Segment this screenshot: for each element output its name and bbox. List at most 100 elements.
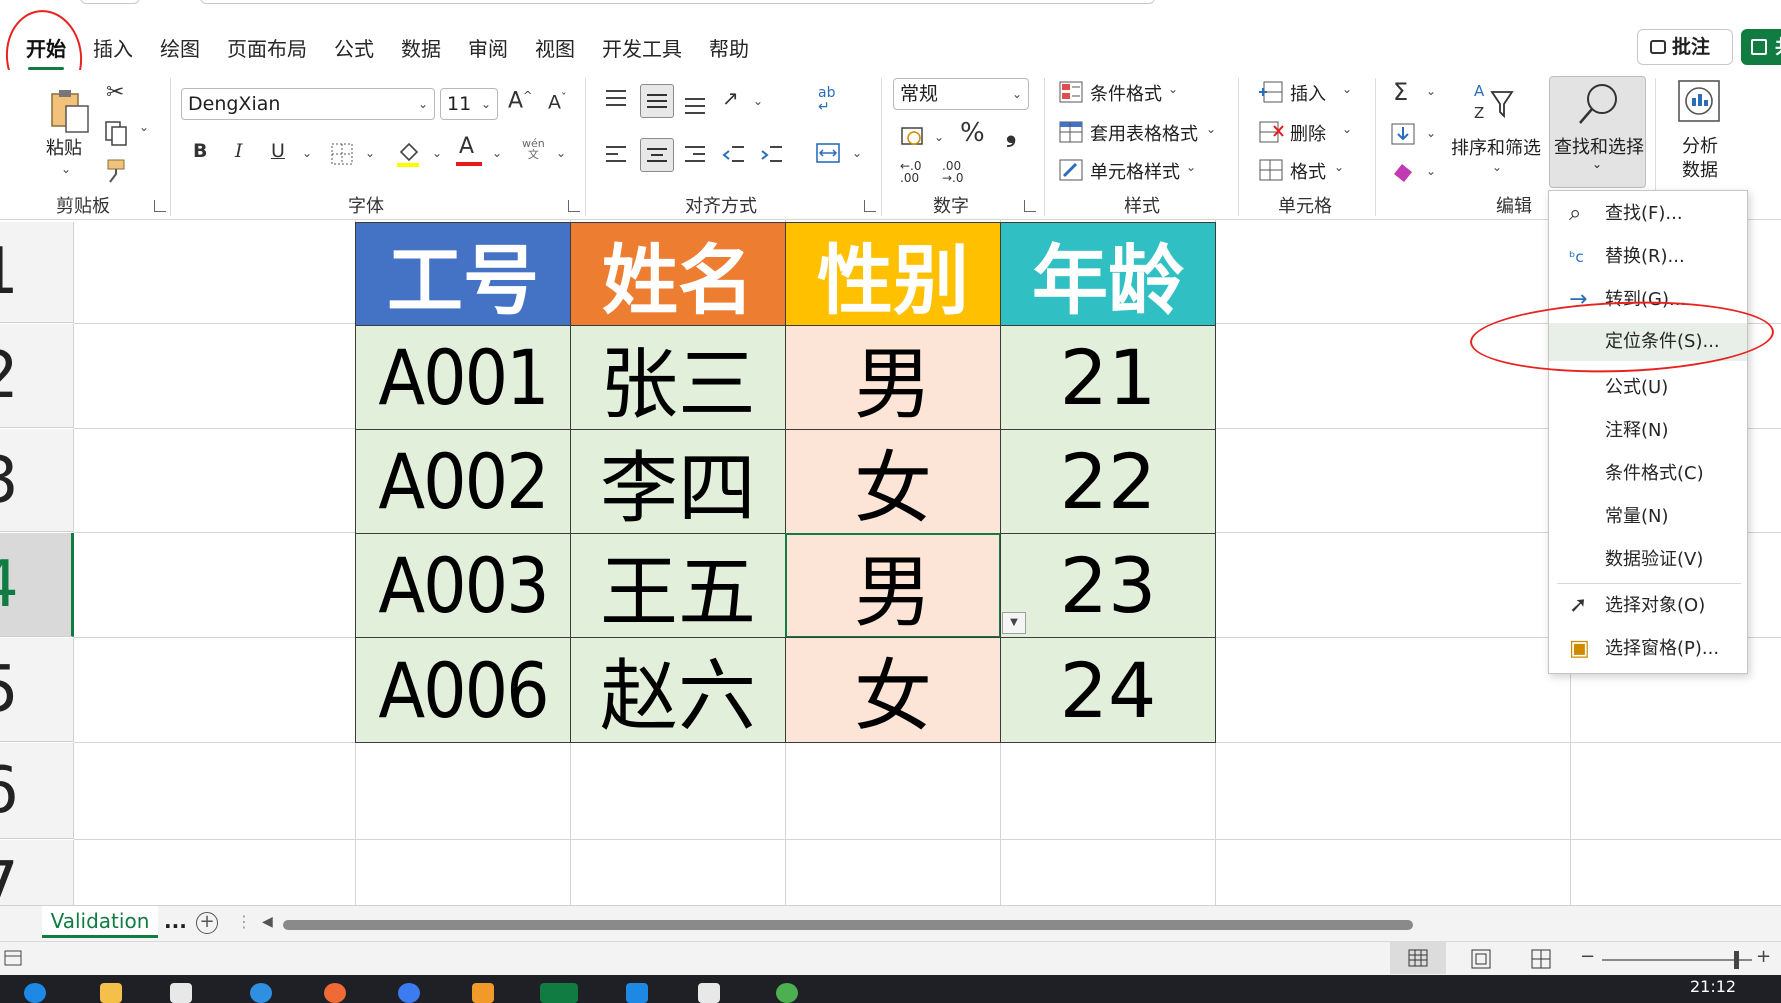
align-bottom-icon[interactable] [683, 94, 707, 116]
autosum-icon[interactable]: Σ [1393, 80, 1408, 104]
copilot-icon[interactable] [398, 983, 420, 1003]
insert-cells-button[interactable]: 插入 [1290, 80, 1326, 106]
conditional-chevron-icon[interactable]: ⌄ [1168, 82, 1178, 96]
add-sheet-icon[interactable]: + [196, 912, 218, 934]
taskbar-clock[interactable]: 21:12 [1690, 977, 1736, 996]
row-header-6[interactable]: 6 [0, 743, 74, 839]
menu-item-conditional-formatting[interactable]: 条件格式(C) [1549, 455, 1747, 493]
orientation-chevron-icon[interactable]: ⌄ [753, 94, 763, 108]
align-top-icon[interactable] [604, 88, 628, 110]
merge-center-icon[interactable] [815, 142, 841, 164]
zoom-slider-thumb[interactable] [1734, 951, 1739, 969]
phonetic-chevron-icon[interactable]: ⌄ [556, 146, 566, 160]
table-cell[interactable]: 李四 [570, 429, 786, 534]
copy-chevron-icon[interactable]: ⌄ [139, 120, 149, 134]
ie-icon[interactable] [250, 983, 272, 1003]
app-icon[interactable] [698, 983, 720, 1003]
increase-font-icon[interactable]: A^ [508, 90, 532, 112]
increase-indent-icon[interactable] [760, 144, 784, 166]
accounting-chevron-icon[interactable]: ⌄ [934, 130, 944, 144]
comma-style-button[interactable]: ❟ [1006, 120, 1016, 146]
paste-chevron-icon[interactable]: ⌄ [61, 162, 71, 176]
table-cell[interactable]: 赵六 [570, 637, 786, 743]
find-select-button[interactable]: 查找和选择 ⌄ [1549, 76, 1646, 188]
tab-review[interactable]: 审阅 [468, 34, 508, 64]
phonetic-guide-icon[interactable]: wén 文 [522, 138, 545, 160]
font-launcher-icon[interactable] [568, 200, 580, 212]
row-header-4[interactable]: 4 [0, 533, 74, 637]
conditional-format-button[interactable]: 条件格式 [1090, 80, 1162, 106]
selected-cell[interactable]: 男 [785, 533, 1001, 638]
font-color-icon[interactable]: A [459, 136, 474, 158]
clear-icon[interactable] [1390, 160, 1416, 184]
table-cell[interactable]: 女 [785, 429, 1001, 534]
delete-chevron-icon[interactable]: ⌄ [1342, 122, 1352, 136]
app-icon[interactable] [776, 983, 798, 1003]
cell-styles-chevron-icon[interactable]: ⌄ [1186, 160, 1196, 174]
accessibility-icon[interactable] [4, 950, 24, 968]
number-format-combo[interactable]: 常规 ⌄ [893, 78, 1029, 110]
tab-formulas[interactable]: 公式 [334, 34, 374, 64]
table-cell[interactable]: A002 [355, 429, 571, 534]
cell-styles-button[interactable]: 单元格样式 [1090, 158, 1180, 184]
fill-icon[interactable] [1390, 122, 1416, 146]
scroll-left-icon[interactable]: ◀ [262, 914, 273, 930]
app-icon[interactable] [472, 983, 494, 1003]
menu-item-formulas[interactable]: 公式(U) [1549, 369, 1747, 407]
accounting-format-icon[interactable] [900, 126, 926, 148]
tab-view[interactable]: 视图 [535, 34, 575, 64]
share-button[interactable]: 共 [1741, 29, 1781, 65]
page-layout-view-icon[interactable] [1470, 949, 1492, 969]
menu-item-replace[interactable]: ᵇc 替换(R)... [1549, 238, 1747, 276]
paste-icon[interactable] [48, 88, 90, 134]
app-icon[interactable] [324, 983, 346, 1003]
wrap-text-icon[interactable]: ab ↵ [818, 86, 835, 114]
normal-view-button[interactable] [1390, 942, 1446, 974]
format-as-table-icon[interactable] [1058, 120, 1084, 144]
fill-color-icon[interactable] [395, 138, 421, 168]
delete-cells-button[interactable]: 删除 [1290, 120, 1326, 146]
fill-color-chevron-icon[interactable]: ⌄ [432, 146, 442, 160]
table-cell[interactable]: A003 [355, 533, 571, 638]
align-center-button[interactable] [640, 138, 674, 172]
number-launcher-icon[interactable] [1024, 200, 1036, 212]
table-cell[interactable]: 24 [1000, 637, 1216, 743]
decrease-indent-icon[interactable] [722, 144, 746, 166]
analyze-data-label-1[interactable]: 分析 [1682, 132, 1718, 158]
table-cell[interactable]: 王五 [570, 533, 786, 638]
font-size-combo[interactable]: 11 ⌄ [440, 88, 498, 120]
underline-chevron-icon[interactable]: ⌄ [302, 146, 312, 160]
fill-chevron-icon[interactable]: ⌄ [1426, 126, 1436, 140]
tab-developer[interactable]: 开发工具 [602, 34, 682, 64]
underline-button[interactable]: U [271, 142, 285, 161]
analyze-data-icon[interactable] [1676, 78, 1722, 124]
table-cell[interactable]: 21 [1000, 325, 1216, 430]
more-sheets-button[interactable]: ... [164, 906, 187, 936]
borders-chevron-icon[interactable]: ⌄ [365, 146, 375, 160]
table-cell[interactable]: 女 [785, 637, 1001, 743]
header-cell-name[interactable]: 姓名 [570, 222, 786, 326]
horizontal-scrollbar[interactable] [283, 920, 1413, 930]
table-cell[interactable]: 张三 [570, 325, 786, 430]
format-cells-icon[interactable] [1258, 158, 1284, 182]
tab-draw[interactable]: 绘图 [160, 34, 200, 64]
validation-dropdown-arrow[interactable]: ▼ [1002, 612, 1026, 634]
table-cell[interactable]: A006 [355, 637, 571, 743]
increase-decimal-icon[interactable]: ←.0.00 [900, 160, 922, 184]
tab-data[interactable]: 数据 [401, 34, 441, 64]
decrease-decimal-icon[interactable]: .00 →.0 [942, 160, 964, 184]
quick-access-pill[interactable] [80, 0, 140, 4]
tab-page-layout[interactable]: 页面布局 [227, 34, 307, 64]
zoom-slider-track[interactable] [1602, 959, 1752, 961]
menu-item-select-objects[interactable]: ➚ 选择对象(O) [1549, 587, 1747, 625]
cut-icon[interactable]: ✂ [106, 82, 124, 104]
percent-button[interactable]: % [960, 120, 985, 146]
orientation-icon[interactable]: ↗ [722, 88, 739, 108]
table-cell[interactable]: 22 [1000, 429, 1216, 534]
tab-insert[interactable]: 插入 [93, 34, 133, 64]
menu-item-data-validation[interactable]: 数据验证(V) [1549, 541, 1747, 579]
alignment-launcher-icon[interactable] [864, 200, 876, 212]
merge-chevron-icon[interactable]: ⌄ [852, 146, 862, 160]
format-cells-button[interactable]: 格式 [1290, 158, 1326, 184]
comments-button[interactable]: 批注 [1637, 29, 1733, 65]
